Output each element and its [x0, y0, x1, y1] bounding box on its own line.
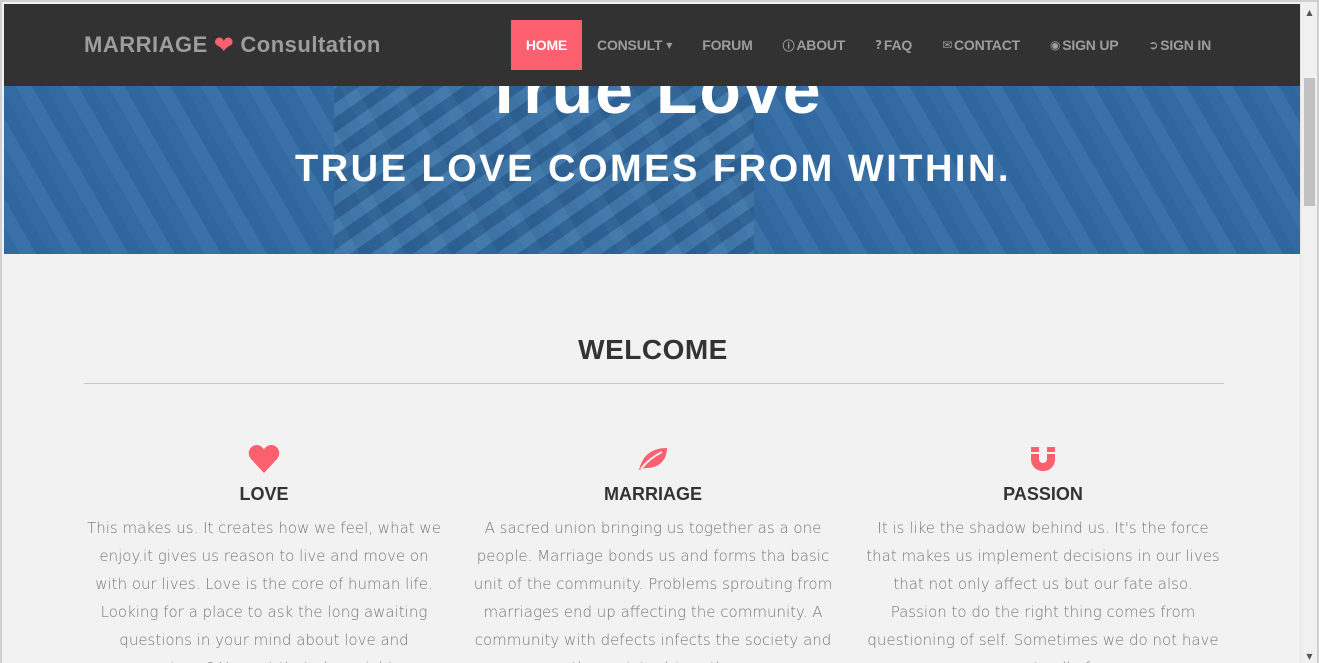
nav-contact[interactable]: ✉ CONTACT	[927, 20, 1035, 70]
nav-consult-dropdown[interactable]: CONSULT ▼	[582, 20, 687, 70]
scroll-down-icon[interactable]: ▼	[1301, 648, 1317, 663]
nav-menu: HOME CONSULT ▼ FORUM ⓘ ABOUT ? FAQ ✉ CON…	[510, 20, 1226, 70]
nav-forum-label: FORUM	[702, 37, 753, 53]
brand-logo[interactable]: MARRIAGE ❤ Consultation	[84, 31, 381, 59]
caret-down-icon: ▼	[666, 40, 673, 50]
sign-in-icon: ➲	[1148, 38, 1159, 52]
heart-icon	[84, 442, 444, 476]
nav-consult-label: CONSULT	[597, 37, 663, 53]
feature-title: PASSION	[1003, 484, 1083, 504]
brand-tagline: Consultation	[240, 32, 381, 57]
browser-viewport: True Love TRUE LOVE COMES FROM WITHIN. M…	[0, 0, 1319, 663]
nav-forum[interactable]: FORUM	[687, 20, 767, 70]
nav-sign-up[interactable]: ◉ SIGN UP	[1035, 20, 1133, 70]
leaf-icon	[473, 442, 833, 476]
eye-icon: ◉	[1049, 38, 1061, 52]
feature-text: This makes us. It creates how we feel, w…	[87, 519, 441, 663]
nav-about[interactable]: ⓘ ABOUT	[768, 20, 861, 70]
feature-text: It is like the shadow behind us. It's th…	[866, 519, 1220, 663]
feature-marriage: MARRIAGE A sacred union bringing us toge…	[473, 442, 833, 663]
scrollbar-thumb[interactable]	[1304, 78, 1315, 206]
question-icon: ?	[875, 38, 882, 52]
nav-sign-in-label: SIGN IN	[1160, 37, 1211, 53]
welcome-heading: WELCOME	[578, 334, 728, 365]
nav-home[interactable]: HOME	[510, 20, 583, 70]
feature-text: A sacred union bringing us together as a…	[473, 519, 833, 663]
nav-home-label: HOME	[525, 37, 568, 53]
nav-about-label: ABOUT	[796, 37, 846, 53]
navbar: MARRIAGE ❤ Consultation HOME CONSULT ▼ F…	[4, 4, 1302, 86]
heart-icon: ❤	[213, 31, 235, 59]
hero-subtitle: TRUE LOVE COMES FROM WITHIN.	[295, 148, 1011, 190]
feature-passion: PASSION It is like the shadow behind us.…	[863, 442, 1223, 663]
nav-faq[interactable]: ? FAQ	[860, 20, 927, 70]
nav-sign-in[interactable]: ➲ SIGN IN	[1133, 20, 1226, 70]
magnet-icon	[863, 442, 1223, 476]
nav-faq-label: FAQ	[883, 37, 913, 53]
feature-title: LOVE	[239, 484, 289, 504]
envelope-icon: ✉	[942, 38, 952, 52]
section-divider	[84, 383, 1224, 384]
scroll-up-icon[interactable]: ▲	[1301, 4, 1317, 21]
nav-contact-label: CONTACT	[953, 37, 1020, 53]
nav-sign-up-label: SIGN UP	[1062, 37, 1119, 53]
info-icon: ⓘ	[782, 38, 795, 53]
vertical-scrollbar[interactable]: ▲ ▼	[1300, 2, 1317, 663]
feature-love: LOVE This makes us. It creates how we fe…	[84, 442, 444, 663]
brand-name: MARRIAGE	[84, 32, 208, 57]
feature-title: MARRIAGE	[604, 484, 702, 504]
